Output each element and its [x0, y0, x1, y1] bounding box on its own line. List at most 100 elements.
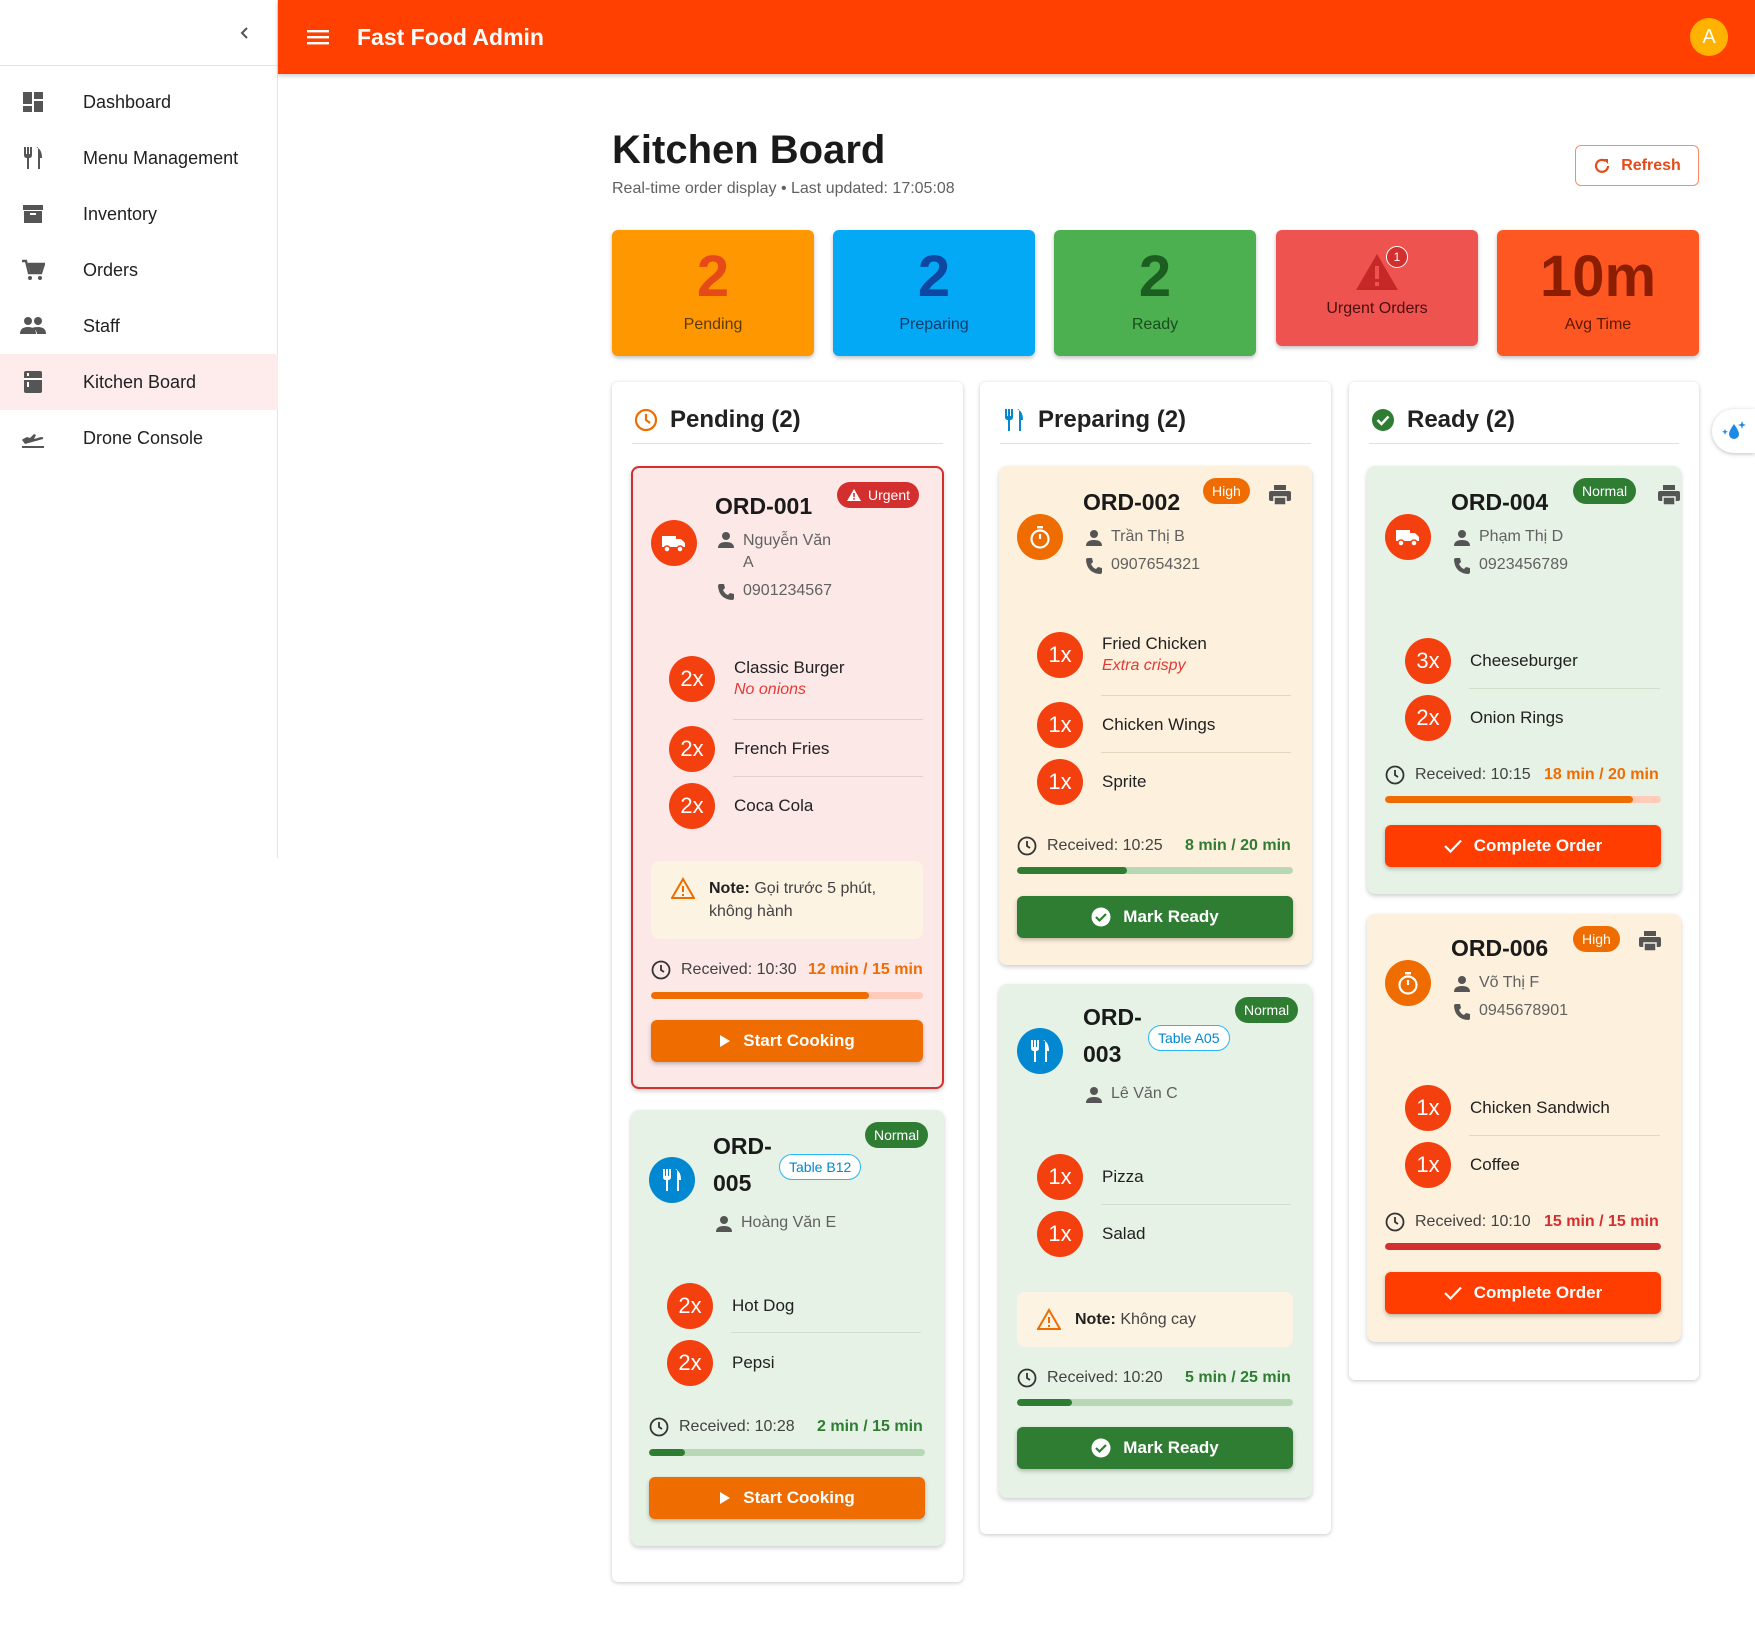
- order-card-ord-001[interactable]: ORD-001 Urgent Nguyễn Văn A 0901234567 2x…: [631, 466, 944, 1089]
- order-item: 2x Pepsi: [667, 1334, 775, 1391]
- start-cooking-button[interactable]: Start Cooking: [651, 1020, 923, 1062]
- urgent-count-badge: 1: [1386, 246, 1408, 268]
- restaurant-icon: [649, 1157, 695, 1203]
- customer-phone: 0923456789: [1453, 556, 1568, 575]
- table-chip: Table B12: [779, 1154, 862, 1180]
- restaurant-icon: [1017, 1028, 1063, 1074]
- flight-icon: [20, 425, 46, 451]
- order-card-ord-005[interactable]: ORD- 005 Table B12 Normal Hoàng Văn E 2x …: [631, 1110, 944, 1546]
- sidebar-item-staff[interactable]: Staff: [0, 298, 278, 354]
- sidebar-item-drone-console[interactable]: Drone Console: [0, 410, 278, 466]
- sidebar-item-label: Inventory: [83, 203, 158, 224]
- item-quantity: 2x: [667, 1282, 713, 1329]
- phone-icon: [1454, 558, 1470, 574]
- item-name: Chicken Sandwich: [1470, 1097, 1610, 1117]
- mark-ready-button[interactable]: Mark Ready: [1017, 896, 1293, 938]
- order-id: ORD- 005: [713, 1133, 772, 1196]
- sidebar-item-orders[interactable]: Orders: [0, 242, 278, 298]
- people-icon: [20, 313, 46, 339]
- sidebar-nav: Dashboard Menu Management Inventory Orde…: [0, 74, 278, 466]
- preparing-column-header: Preparing (2): [1000, 404, 1311, 444]
- received-time: Received: 10:10: [1385, 1212, 1531, 1232]
- stat-value: 2: [696, 244, 730, 309]
- progress-fill: [1017, 1399, 1073, 1406]
- print-button[interactable]: [1656, 482, 1682, 508]
- ready-column: Ready (2) ORD-004 Normal Phạm Thị D 0923…: [1349, 382, 1699, 1380]
- customer-name: Hoàng Văn E: [715, 1214, 836, 1233]
- item-name: Salad: [1102, 1223, 1146, 1243]
- stat-label: Pending: [683, 316, 743, 333]
- refresh-button[interactable]: Refresh: [1575, 145, 1699, 186]
- assistant-float-button[interactable]: [1712, 409, 1755, 453]
- table-chip: Table A05: [1148, 1025, 1230, 1051]
- customer-name: Võ Thị F: [1453, 974, 1539, 993]
- collapse-sidebar-button[interactable]: [232, 20, 258, 46]
- progress-fill: [649, 1449, 685, 1456]
- pending-column: Pending (2) ORD-001 Urgent Nguyễn Văn A 0…: [612, 382, 963, 1582]
- sidebar-item-menu-management[interactable]: Menu Management: [0, 130, 278, 186]
- cart-icon: [20, 257, 46, 283]
- item-note: Extra crispy: [1102, 657, 1186, 674]
- priority-chip-normal: Normal: [1573, 478, 1637, 504]
- start-cooking-button[interactable]: Start Cooking: [649, 1477, 925, 1519]
- customer-phone: 0945678901: [1453, 1002, 1568, 1021]
- sidebar: Dashboard Menu Management Inventory Orde…: [0, 0, 278, 858]
- order-card-ord-004[interactable]: ORD-004 Normal Phạm Thị D 0923456789 3x …: [1367, 466, 1681, 894]
- order-item: 2x Coca Cola: [669, 777, 813, 834]
- preparing-column: Preparing (2) ORD-002 High Trần Thị B 09…: [980, 382, 1331, 1534]
- print-icon: [1269, 485, 1291, 506]
- order-item: 1x Sprite: [1037, 753, 1146, 810]
- print-icon: [1658, 485, 1680, 506]
- progress-bar: [649, 1449, 925, 1456]
- complete-order-button[interactable]: Complete Order: [1385, 825, 1661, 867]
- stat-urgent-orders: 1 Urgent Orders: [1276, 230, 1478, 346]
- priority-chip-high: High: [1203, 478, 1250, 504]
- restaurant-icon: [1000, 406, 1028, 434]
- stat-ready: 2 Ready: [1054, 230, 1256, 356]
- complete-order-button[interactable]: Complete Order: [1385, 1272, 1661, 1314]
- column-title: Pending (2): [670, 405, 801, 433]
- item-quantity: 1x: [1037, 1210, 1083, 1257]
- order-card-ord-003[interactable]: ORD- 003 Table A05 Normal Lê Văn C 1x Piz…: [999, 984, 1312, 1498]
- clock-icon: [1017, 836, 1037, 856]
- sidebar-item-kitchen-board[interactable]: Kitchen Board: [0, 354, 278, 410]
- menu-button[interactable]: [303, 22, 333, 52]
- priority-chip-normal: Normal: [865, 1122, 929, 1148]
- delivery-truck-icon: [651, 520, 697, 566]
- order-id: ORD-004: [1451, 489, 1549, 515]
- priority-label: Urgent: [868, 487, 911, 503]
- check-circle-icon: [1369, 406, 1397, 434]
- order-item: 2x Classic Burger No onions: [669, 650, 845, 707]
- item-quantity: 2x: [1405, 694, 1451, 741]
- sidebar-item-dashboard[interactable]: Dashboard: [0, 74, 278, 130]
- print-button[interactable]: [1267, 482, 1293, 508]
- order-card-ord-006[interactable]: ORD-006 High Võ Thị F 0945678901 1x Chic…: [1367, 914, 1681, 1342]
- sidebar-item-inventory[interactable]: Inventory: [0, 186, 278, 242]
- order-id: ORD-006: [1451, 935, 1549, 961]
- order-item: 2x French Fries: [669, 720, 829, 777]
- order-card-ord-002[interactable]: ORD-002 High Trần Thị B 0907654321 1x Fr…: [999, 466, 1312, 965]
- mark-ready-button[interactable]: Mark Ready: [1017, 1427, 1293, 1469]
- item-name: Onion Rings: [1470, 707, 1564, 727]
- order-item: 1x Coffee: [1405, 1136, 1520, 1193]
- play-icon: [720, 1035, 731, 1047]
- item-quantity: 1x: [1037, 1153, 1083, 1200]
- customer-name: Trần Thị B: [1085, 528, 1185, 547]
- order-id: ORD-002: [1083, 489, 1181, 515]
- print-button[interactable]: [1637, 928, 1663, 954]
- item-quantity: 2x: [669, 655, 715, 702]
- elapsed-time: 15 min / 15 min: [1544, 1213, 1659, 1230]
- phone-icon: [1454, 1004, 1470, 1020]
- customer-name: Lê Văn C: [1085, 1085, 1178, 1104]
- item-name: Chicken Wings: [1102, 714, 1216, 734]
- customer-phone: 0907654321: [1085, 556, 1200, 575]
- timer-icon: [1017, 514, 1063, 560]
- warning-outline-icon: [671, 877, 695, 899]
- hamburger-icon: [307, 30, 329, 45]
- avatar[interactable]: A: [1690, 18, 1728, 56]
- refresh-icon: [1595, 158, 1610, 173]
- ready-column-header: Ready (2): [1369, 404, 1679, 444]
- stat-label: Urgent Orders: [1326, 300, 1428, 317]
- column-title: Ready (2): [1407, 405, 1516, 433]
- progress-bar: [651, 992, 923, 999]
